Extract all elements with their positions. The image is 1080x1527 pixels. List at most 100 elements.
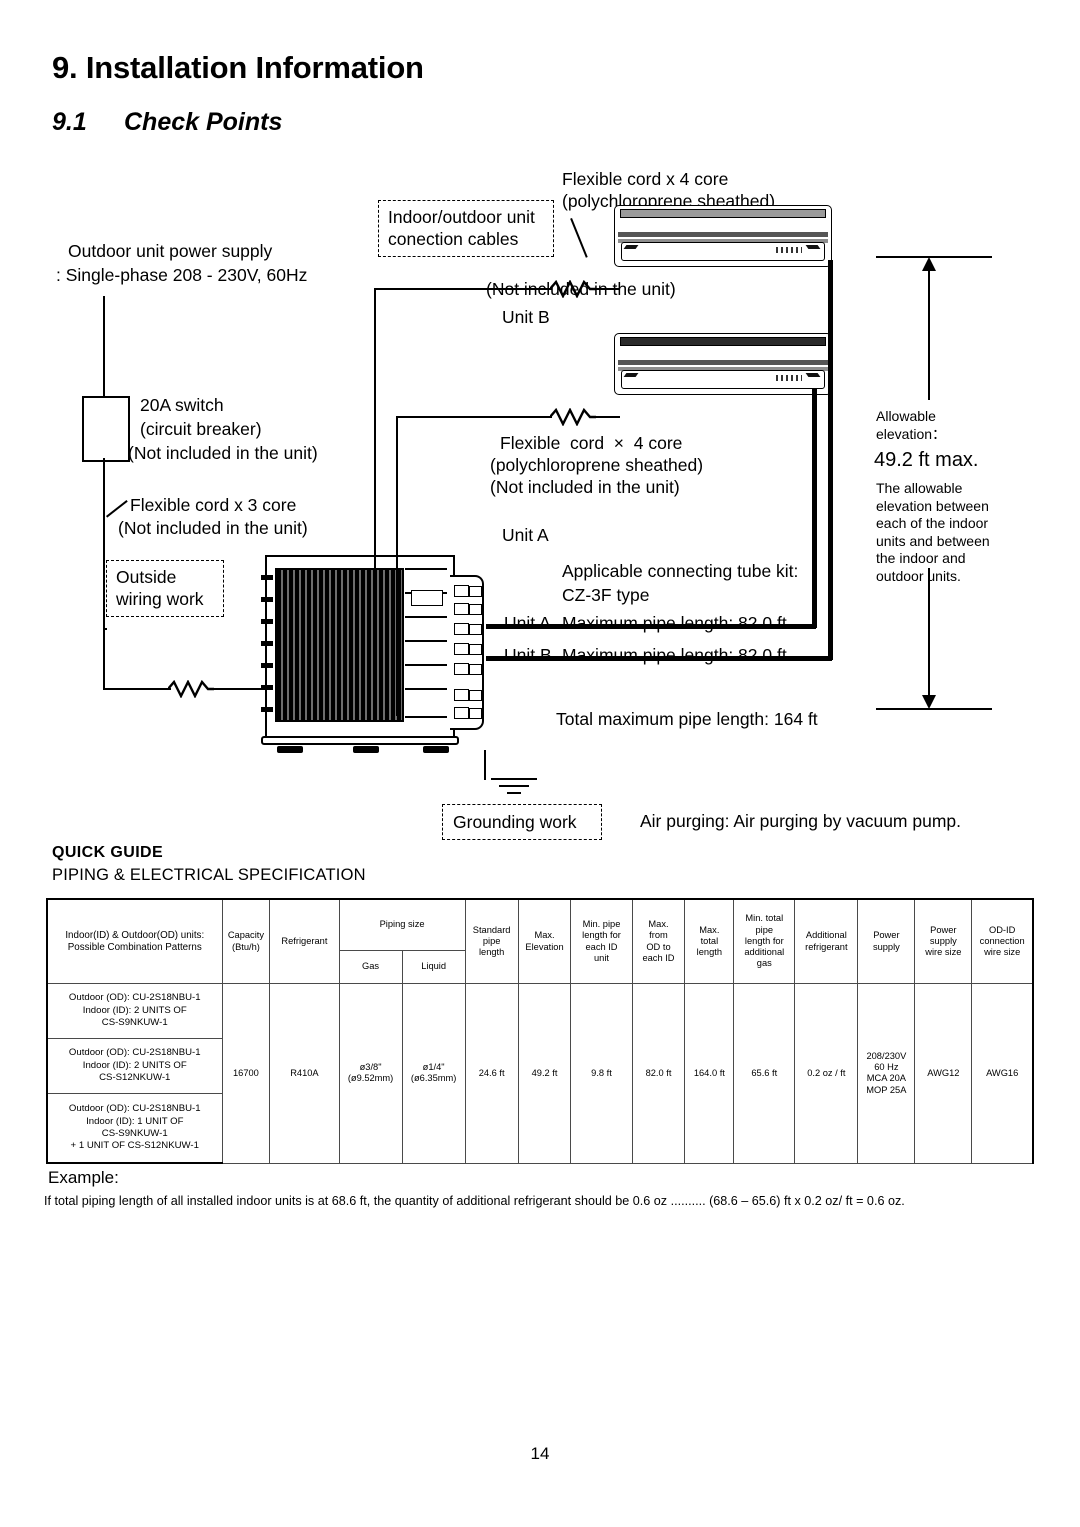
outdoor-unit-display <box>411 590 443 606</box>
header-refrigerant: Refrigerant <box>269 898 340 984</box>
circuit-breaker-symbol <box>82 396 130 462</box>
cord4-top-label-line3: (Not included in the unit) <box>486 279 676 299</box>
outside-wire-vertical <box>103 638 105 690</box>
piping-electrical-spec-table: Indoor(ID) & Outdoor(OD) units: Possible… <box>45 898 1035 1164</box>
grounding-symbol <box>484 778 544 800</box>
header-max-elevation: Max. Elevation <box>517 898 572 984</box>
outdoor-unit-base <box>261 736 459 745</box>
outside-wiring-work-box: Outside wiring work <box>106 560 224 617</box>
value-max-od-to-id: 82.0 ft <box>631 983 686 1164</box>
quick-guide-title: QUICK GUIDE <box>52 844 164 861</box>
indoor-unit-b-louver <box>621 242 825 261</box>
value-standard-pipe-length: 24.6 ft <box>464 983 519 1164</box>
value-additional-refrigerant: 0.2 oz / ft <box>794 983 859 1164</box>
indoor-unit-b-topbar <box>620 209 826 218</box>
outside-wire-horizontal-left <box>103 688 171 690</box>
value-gas: ø3/8" (ø9.52mm) <box>338 983 403 1164</box>
ground-wire <box>484 750 486 780</box>
chapter-title: 9. Installation Information <box>52 50 424 85</box>
value-liquid: ø1/4" (ø6.35mm) <box>401 983 466 1164</box>
cord3-label-line2: (Not included in the unit) <box>118 518 308 538</box>
grounding-work-box: Grounding work <box>442 804 602 841</box>
cord4-bottom-label-line1: Flexible cord × 4 core <box>500 433 683 453</box>
outdoor-unit-illustration <box>255 550 484 760</box>
cord3-leader-line <box>106 499 128 518</box>
power-supply-label-line2: : Single-phase 208 - 230V, 60Hz <box>56 265 308 285</box>
header-od-id-connection-wire-size: OD-ID connection wire size <box>971 898 1035 984</box>
outdoor-unit-foot-left <box>277 746 303 753</box>
header-max-total-length: Max. total length <box>684 898 735 984</box>
value-capacity: 16700 <box>221 983 271 1164</box>
indoor-unit-a-mid1 <box>618 360 828 365</box>
unit-a-pipe-unit-label: Unit A <box>504 613 551 633</box>
breaker-label-line2: (circuit breaker) <box>140 419 262 439</box>
combination-pattern-3: Outdoor (OD): CU-2S18NBU-1 Indoor (ID): … <box>45 1093 223 1164</box>
outdoor-unit-foot-right <box>423 746 449 753</box>
outside-wire-joint <box>103 628 107 630</box>
total-pipe-length-label: Total maximum pipe length: 164 ft <box>556 709 818 729</box>
tube-kit-label-line1: Applicable connecting tube kit: <box>562 561 799 581</box>
unit-a-wire-left <box>396 416 552 418</box>
cord4-bottom-label-line2: (polychloroprene sheathed) <box>490 455 704 475</box>
installation-diagram: Outdoor unit power supply : Single-phase… <box>0 160 1080 850</box>
header-liquid: Liquid <box>401 950 466 984</box>
cord4-bottom-label-line3: (Not included in the unit) <box>490 477 680 497</box>
indoor-unit-a-topbar <box>620 337 826 346</box>
table-header-row-1: Indoor(ID) & Outdoor(OD) units: Possible… <box>45 898 1035 984</box>
value-refrigerant: R410A <box>269 983 340 1164</box>
value-max-elevation: 49.2 ft <box>517 983 572 1164</box>
indoor-unit-a-louver <box>621 370 825 389</box>
header-power-supply-wire-size: Power supply wire size <box>914 898 973 984</box>
value-max-total-length: 164.0 ft <box>684 983 735 1164</box>
header-gas: Gas <box>338 950 403 984</box>
value-power-supply-wire-size: AWG12 <box>914 983 973 1164</box>
cord3-label-line1: Flexible cord x 3 core <box>130 495 297 515</box>
header-combination: Indoor(ID) & Outdoor(OD) units: Possible… <box>45 898 223 984</box>
unit-a-wire-right <box>594 416 620 418</box>
page-number: 14 <box>530 1444 550 1463</box>
unit-b-pipe-length-label: Maximum pipe length: 82.0 ft <box>562 645 787 665</box>
wiring-zigzag-outdoor <box>168 680 214 698</box>
value-power-supply: 208/230V 60 Hz MCA 20A MOP 25A <box>857 983 916 1164</box>
wiring-zigzag-unit-a <box>550 408 596 426</box>
header-capacity: Capacity (Btu/h) <box>221 898 271 984</box>
pipe-unit-a-vertical <box>812 388 817 628</box>
combination-pattern-1: Outdoor (OD): CU-2S18NBU-1 Indoor (ID): … <box>45 983 223 1039</box>
elevation-dimension-upper <box>922 257 936 400</box>
outdoor-unit-left-tabs <box>261 575 273 715</box>
combination-pattern-2: Outdoor (OD): CU-2S18NBU-1 Indoor (ID): … <box>45 1038 223 1094</box>
value-min-pipe-each-id: 9.8 ft <box>570 983 633 1164</box>
header-max-od-to-id: Max. from OD to each ID <box>631 898 686 984</box>
supply-line-upper <box>103 296 105 396</box>
pipe-unit-b-vertical <box>828 260 833 660</box>
outdoor-unit-grille <box>275 568 404 722</box>
cord4-top-leader-line <box>570 218 588 258</box>
header-min-pipe-each-id: Min. pipe length for each ID unit <box>570 898 633 984</box>
header-standard-pipe-length: Standard pipe length <box>464 898 519 984</box>
example-body: If total piping length of all installed … <box>44 1194 905 1208</box>
outdoor-unit-valve-box <box>450 575 484 730</box>
unit-b-wire-vertical <box>374 288 376 708</box>
power-supply-label-line1: Outdoor unit power supply <box>68 241 273 261</box>
unit-a-pipe-length-label: Maximum pipe length: 82.0 ft <box>562 613 787 633</box>
unit-b-label: Unit B <box>502 307 550 327</box>
outdoor-unit-foot-center <box>353 746 379 753</box>
tube-kit-label-line2: CZ-3F type <box>562 585 650 605</box>
quick-guide-subtitle: PIPING & ELECTRICAL SPECIFICATION <box>52 866 366 884</box>
elevation-value-label: 49.2 ft max. <box>874 449 979 471</box>
table-row: Outdoor (OD): CU-2S18NBU-1 Indoor (ID): … <box>45 983 1035 1164</box>
value-od-id-connection-wire-size: AWG16 <box>971 983 1035 1164</box>
unit-b-pipe-unit-label: Unit B <box>504 645 552 665</box>
air-purging-label: Air purging: Air purging by vacuum pump. <box>640 811 961 831</box>
elevation-dimension-lower <box>922 568 936 709</box>
unit-a-label: Unit A <box>502 525 549 545</box>
unit-a-wire-vertical <box>396 416 398 716</box>
elevation-note-label: The allowable elevation between each of … <box>876 480 990 584</box>
value-min-total-additional-gas: 65.6 ft <box>733 983 796 1164</box>
breaker-label-line1: 20A switch <box>140 395 224 415</box>
header-additional-refrigerant: Additional refrigerant <box>794 898 859 984</box>
indoor-unit-a-illustration <box>614 333 832 395</box>
cord4-top-label-line1: Flexible cord x 4 core <box>562 169 729 189</box>
section-heading: 9.1 Check Points <box>52 108 752 137</box>
indoor-unit-b-mid1 <box>618 232 828 237</box>
